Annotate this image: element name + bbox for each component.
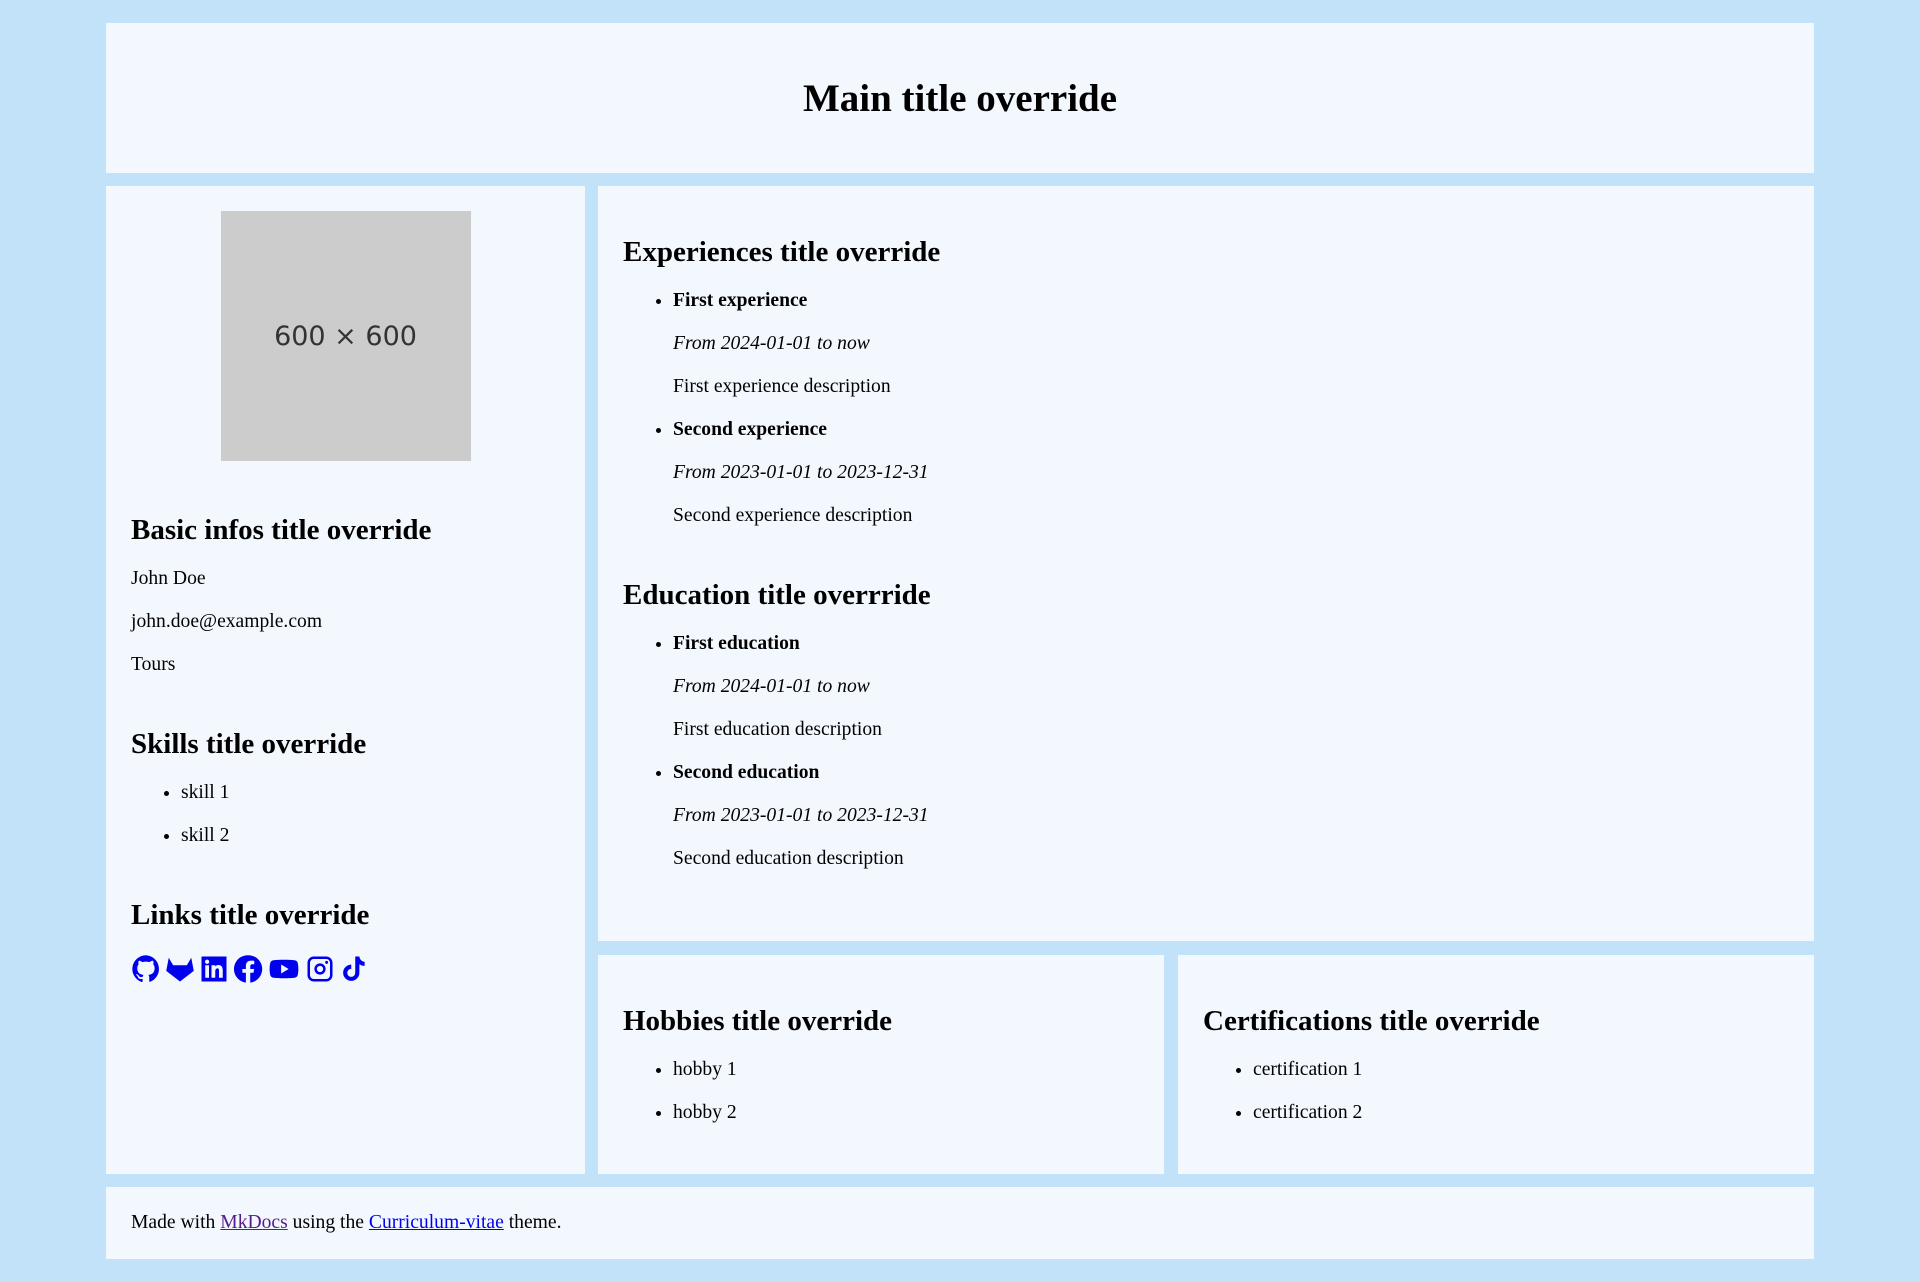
youtube-icon[interactable] xyxy=(267,954,301,984)
skills-section: Skills title override skill 1 skill 2 xyxy=(131,728,560,846)
page-title: Main title override xyxy=(802,76,1118,120)
hobby-item: hobby 1 xyxy=(673,1060,1139,1080)
experience-item: First experience From 2024-01-01 to now … xyxy=(673,291,1789,397)
skill-item: skill 2 xyxy=(181,826,560,846)
links-section: Links title override xyxy=(131,899,560,984)
experience-dates: From 2023-01-01 to 2023-12-31 xyxy=(673,462,929,483)
basic-infos-title: Basic infos title override xyxy=(131,514,432,546)
footer-prefix: Made with xyxy=(131,1212,216,1233)
education-list: First education From 2024-01-01 to now F… xyxy=(623,634,1789,869)
header: Main title override xyxy=(106,23,1814,173)
experience-name: First experience xyxy=(673,290,808,311)
mkdocs-link[interactable]: MkDocs xyxy=(220,1212,288,1233)
certification-item: certification 1 xyxy=(1253,1060,1789,1080)
hobbies-section: Hobbies title override hobby 1 hobby 2 xyxy=(598,955,1164,1174)
experience-dates: From 2024-01-01 to now xyxy=(673,333,870,354)
education-description: Second education description xyxy=(673,848,904,869)
education-dates: From 2024-01-01 to now xyxy=(673,676,870,697)
tiktok-icon[interactable] xyxy=(339,954,369,984)
footer: Made with MkDocs using the Curriculum-vi… xyxy=(106,1187,1814,1259)
certifications-section: Certifications title override certificat… xyxy=(1178,955,1814,1174)
curriculum-vitae-link[interactable]: Curriculum-vitae xyxy=(369,1212,504,1233)
education-name: First education xyxy=(673,633,800,654)
certification-item: certification 2 xyxy=(1253,1103,1789,1123)
experiences-title: Experiences title override xyxy=(623,236,941,268)
education-dates: From 2023-01-01 to 2023-12-31 xyxy=(673,805,929,826)
skills-title: Skills title override xyxy=(131,728,367,760)
education-name: Second education xyxy=(673,762,820,783)
education-item: First education From 2024-01-01 to now F… xyxy=(673,634,1789,740)
certifications-title: Certifications title override xyxy=(1203,1005,1540,1037)
hobbies-title: Hobbies title override xyxy=(623,1005,893,1037)
hobby-item: hobby 2 xyxy=(673,1103,1139,1123)
experience-name: Second experience xyxy=(673,419,827,440)
links-title: Links title override xyxy=(131,899,370,931)
experience-item: Second experience From 2023-01-01 to 202… xyxy=(673,420,1789,526)
education-item: Second education From 2023-01-01 to 2023… xyxy=(673,763,1789,869)
linkedin-icon[interactable] xyxy=(199,954,229,984)
city: Tours xyxy=(131,654,176,675)
footer-suffix: theme. xyxy=(508,1212,562,1233)
profile-photo-placeholder: 600 × 600 xyxy=(220,211,471,461)
gitlab-icon[interactable] xyxy=(165,954,195,984)
education-title: Education title overrride xyxy=(623,579,931,611)
skill-item: skill 1 xyxy=(181,783,560,803)
education-description: First education description xyxy=(673,719,882,740)
email: john.doe@example.com xyxy=(131,611,323,632)
name: John Doe xyxy=(131,568,206,589)
main-content: Experiences title override First experie… xyxy=(598,186,1814,941)
experiences-list: First experience From 2024-01-01 to now … xyxy=(623,291,1789,526)
experience-description: Second experience description xyxy=(673,505,913,526)
sidebar: 600 × 600 Basic infos title override Joh… xyxy=(106,186,585,1174)
experience-description: First experience description xyxy=(673,376,891,397)
github-icon[interactable] xyxy=(131,954,161,984)
basic-infos-section: Basic infos title override John Doe john… xyxy=(131,514,560,675)
footer-middle: using the xyxy=(292,1212,364,1233)
facebook-icon[interactable] xyxy=(233,954,263,984)
instagram-icon[interactable] xyxy=(305,954,335,984)
